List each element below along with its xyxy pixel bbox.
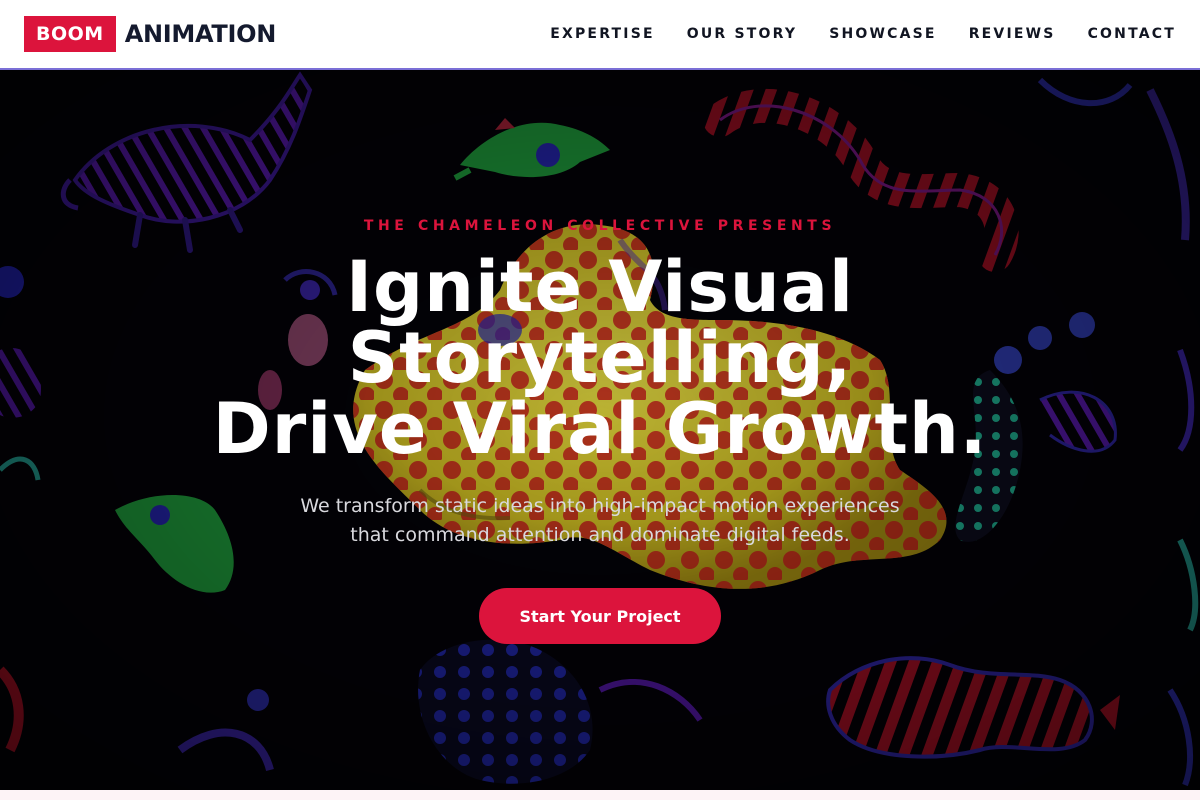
hero-section: THE CHAMELEON COLLECTIVE PRESENTS Ignite… xyxy=(0,70,1200,790)
subhead-line-1: We transform static ideas into high-impa… xyxy=(300,495,900,517)
hero-headline: Ignite Visual Storytelling, Drive Viral … xyxy=(150,252,1050,465)
nav-link-our-story[interactable]: OUR STORY xyxy=(687,26,797,42)
headline-line-3: Drive Viral Growth. xyxy=(212,388,988,470)
nav-link-reviews[interactable]: REVIEWS xyxy=(969,26,1056,42)
hero-eyebrow: THE CHAMELEON COLLECTIVE PRESENTS xyxy=(363,218,837,234)
logo[interactable]: BOOM ANIMATION xyxy=(24,16,276,52)
headline-line-2: Storytelling, xyxy=(347,317,853,399)
headline-line-1: Ignite Visual xyxy=(346,246,854,328)
hero-content: THE CHAMELEON COLLECTIVE PRESENTS Ignite… xyxy=(0,70,1200,790)
nav-link-contact[interactable]: CONTACT xyxy=(1088,26,1176,42)
nav-link-showcase[interactable]: SHOWCASE xyxy=(829,26,937,42)
next-section-edge xyxy=(0,790,1200,800)
main-nav: EXPERTISE OUR STORY SHOWCASE REVIEWS CON… xyxy=(518,26,1176,42)
site-header: BOOM ANIMATION EXPERTISE OUR STORY SHOWC… xyxy=(0,0,1200,70)
start-project-button[interactable]: Start Your Project xyxy=(479,588,721,644)
logo-wordmark: ANIMATION xyxy=(124,20,277,48)
hero-subheading: We transform static ideas into high-impa… xyxy=(270,492,930,550)
nav-link-expertise[interactable]: EXPERTISE xyxy=(550,26,655,42)
subhead-line-2: that command attention and dominate digi… xyxy=(350,524,850,546)
logo-badge: BOOM xyxy=(24,16,116,52)
